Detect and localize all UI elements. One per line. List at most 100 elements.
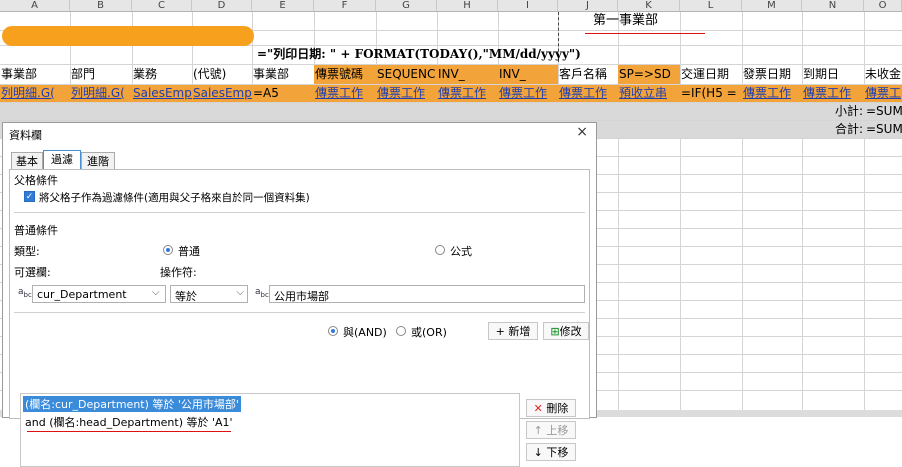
col-header-a[interactable]: A [0,0,70,12]
data-cell[interactable]: 傳票工作 [498,85,558,102]
col-header-j[interactable]: J [558,0,618,12]
col-header-k[interactable]: K [618,0,680,12]
modify-button-label: 修改 [559,325,582,338]
delete-x-icon: ✕ [533,402,543,415]
col-header-c[interactable]: C [132,0,192,12]
col-header-b[interactable]: B [70,0,132,12]
close-icon[interactable]: × [576,124,588,140]
chevron-down-icon[interactable]: ⌵ [236,287,244,298]
col-header-h[interactable]: H [437,0,498,12]
logic-and-radio[interactable] [328,326,338,336]
condition-item-selected[interactable]: (欄名:cur_Department) 等於 '公用市場部' [23,396,241,412]
col-header-m[interactable]: M [742,0,802,12]
data-cell[interactable]: 傳票工作 [376,85,437,102]
move-down-button[interactable]: ↓ 下移 [526,443,576,461]
data-cell[interactable]: 傳票工作 [742,85,802,102]
data-cell[interactable]: =IF(H5 = [680,85,742,102]
data-cell[interactable]: 預收立串 [618,85,680,102]
abc-field-icon: abc [18,287,32,299]
print-date-formula[interactable]: ="列印日期: " + FORMAT(TODAY(),"MM/dd/yyyy") [256,45,586,64]
header-cell[interactable]: INV_ [437,65,498,84]
header-cell[interactable]: 業務 [132,65,192,84]
condition-red-underline [27,431,231,432]
data-cell[interactable]: 傳票工作 [802,85,864,102]
logic-and-label: 與(AND) [343,326,387,339]
col-header-g[interactable]: G [376,0,437,12]
data-column-dialog: 資料欄 × 基本 過濾 進階 父格條件 ✓ 將父格子作為過濾條件(適用與父子格來… [2,122,597,467]
tab-basic[interactable]: 基本 [11,152,43,169]
header-cell[interactable]: 客戶名稱 [558,65,618,84]
data-cell[interactable]: 列明細.G( [70,85,132,102]
data-cell[interactable]: SalesEmpl [192,85,252,102]
header-cell[interactable]: 交運日期 [680,65,742,84]
type-formula-radio[interactable] [435,245,445,255]
value-input-text: 公用市場部 [274,290,329,303]
parent-condition-label: 將父格子作為過濾條件(適用與父子格來自於同一個資料集) [39,192,310,204]
tab-filter[interactable]: 過濾 [43,150,81,169]
add-icon: + [495,325,505,338]
abc-operator-icon: abc [255,287,269,299]
tab-advanced[interactable]: 進階 [81,152,115,169]
type-normal-radio[interactable] [163,245,173,255]
data-cell[interactable]: 傳票工作 [437,85,498,102]
header-cell[interactable]: 未收金 [864,65,902,84]
move-up-button[interactable]: ↑ 上移 [526,421,576,439]
type-label: 類型: [14,245,40,258]
header-cell[interactable]: SP=>SD [618,65,680,84]
delete-button-label: 刪除 [546,402,569,415]
parent-condition-heading: 父格條件 [14,174,58,187]
type-normal-label: 普通 [178,245,200,258]
arrow-down-icon: ↓ [533,446,543,459]
field-select[interactable]: cur_Department [32,285,166,303]
data-cell[interactable]: 傳票工作 [314,85,376,102]
col-header-i[interactable]: I [498,0,558,12]
logic-or-label: 或(OR) [411,326,447,339]
col-header-d[interactable]: D [192,0,252,12]
data-cell[interactable]: =A5 [252,85,314,102]
total-label[interactable]: 合計: [834,121,864,138]
header-cell[interactable]: (代號) [192,65,252,84]
header-cell[interactable]: 傳票號碼 [314,65,376,84]
header-cell[interactable]: INV_ [498,65,558,84]
header-cell[interactable]: 部門 [70,65,132,84]
delete-button[interactable]: ✕ 刪除 [526,399,576,417]
normal-condition-heading: 普通條件 [14,224,58,237]
field-label: 可選欄: [14,266,51,279]
subtotal-label[interactable]: 小計: [834,103,864,120]
header-cell[interactable]: 事業部 [252,65,314,84]
header-cell[interactable]: 發票日期 [742,65,802,84]
modify-icon: ⊞ [550,325,560,338]
data-cell[interactable]: 列明細.G( [0,85,70,102]
subtotal-formula[interactable]: =SUM [865,103,902,120]
subtotal-row [0,103,902,120]
operator-label: 操作符: [160,266,197,279]
type-formula-label: 公式 [450,245,472,258]
move-up-button-label: 上移 [546,424,569,437]
filter-panel: 父格條件 ✓ 將父格子作為過濾條件(適用與父子格來自於同一個資料集) 普通條件 … [9,169,590,467]
move-down-button-label: 下移 [546,446,569,459]
value-input[interactable]: 公用市場部 [269,285,585,303]
header-cell[interactable]: SEQUENC [376,65,437,84]
operator-select[interactable]: 等於 ⌵ [170,285,248,303]
col-header-e[interactable]: E [252,0,314,12]
condition-list[interactable]: (欄名:cur_Department) 等於 '公用市場部' and (欄名:h… [20,393,520,467]
add-button[interactable]: + 新增 [488,322,538,340]
parent-condition-checkbox[interactable]: ✓ [24,191,35,202]
total-formula[interactable]: =SUM [865,121,902,138]
add-button-label: 新增 [508,325,531,338]
col-header-l[interactable]: L [680,0,742,12]
col-header-n[interactable]: N [802,0,864,12]
header-cell[interactable]: 事業部 [0,65,70,84]
header-cell[interactable]: 到期日 [802,65,864,84]
col-header-f[interactable]: F [314,0,376,12]
field-select-value: cur_Department [37,288,127,301]
col-header-o[interactable]: O [864,0,902,12]
logic-or-radio[interactable] [396,326,406,336]
data-cell[interactable]: SalesEmpl [132,85,192,102]
condition-item[interactable]: and (欄名:head_Department) 等於 'A1' [23,414,235,430]
arrow-up-icon: ↑ [533,424,543,437]
data-cell[interactable]: 傳票工 [864,85,902,102]
data-cell[interactable]: 傳票工作 [558,85,618,102]
modify-button[interactable]: ⊞修改 [543,322,589,340]
dialog-title: 資料欄 [9,129,42,142]
